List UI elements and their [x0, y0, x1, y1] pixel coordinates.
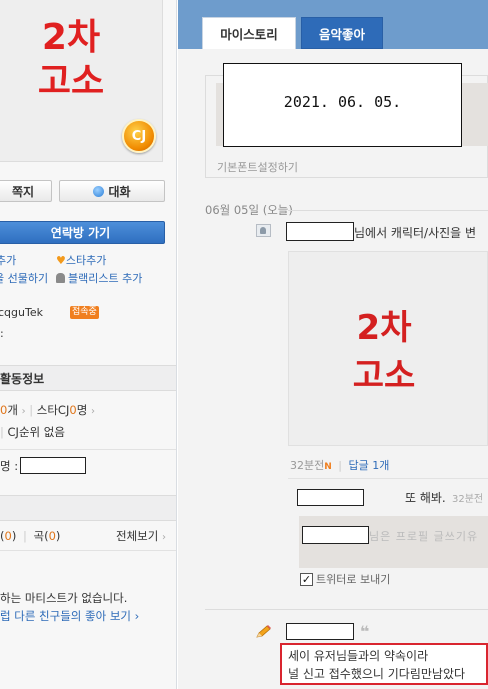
- reply-text: 또 해봐.: [405, 491, 446, 505]
- reply-placeholder: 님은 프로필 글쓰기유: [369, 530, 479, 543]
- divider: [205, 609, 488, 610]
- reply-time: 32분전: [452, 494, 484, 505]
- add-friend-link[interactable]: 추가: [0, 252, 16, 268]
- feed-photo-text-line2: 고소: [352, 356, 416, 396]
- gift-link[interactable]: 을 선물하기: [0, 270, 48, 286]
- date-overlay-box: 2021. 06. 05.: [223, 63, 462, 147]
- user-id: cqguTek: [0, 306, 43, 319]
- divider: [0, 550, 176, 551]
- reply-count-link[interactable]: 답글 1개: [349, 459, 390, 472]
- chat-icon: [93, 185, 105, 197]
- redacted-username: [286, 222, 354, 241]
- star-cj-unit: 명: [76, 403, 88, 417]
- font-setting-link[interactable]: 기본폰트설정하기: [217, 159, 298, 175]
- add-star-label: 스타추가: [65, 254, 107, 267]
- note-button[interactable]: 쪽지: [0, 180, 52, 202]
- feed-activity-text: 님에서 캐릭터/사진을 변: [354, 226, 477, 240]
- cj-badge-icon: CJ: [122, 119, 156, 153]
- blacklist-link[interactable]: 블랙리스트 추가: [56, 270, 142, 286]
- redacted-username: [302, 526, 369, 544]
- likes-tabs-row: (0) | 곡(0) 전체보기 ›: [0, 528, 166, 544]
- profile-image-text-line2: 고소: [37, 61, 105, 102]
- activity-stats-row: 0개 › | 스타CJ0명 ›: [0, 402, 95, 418]
- cj-rank-row: | CJ순위 없음: [0, 424, 65, 440]
- post-time: 32분전: [290, 459, 325, 472]
- item-count-unit: 개: [7, 403, 18, 417]
- chevron-right-icon: ›: [21, 406, 26, 417]
- comment-line-1: 세이 유저님들과의 약속이라: [288, 649, 429, 663]
- feed-photo[interactable]: 2차 고소: [288, 251, 488, 446]
- likes-heading: [0, 495, 176, 521]
- profile-card-icon: [256, 224, 271, 237]
- others-likes-label: 럽 다른 친구들의 좋아 보기: [0, 609, 132, 623]
- redacted-username: [286, 623, 354, 640]
- pencil-icon: [256, 625, 271, 638]
- profile-image[interactable]: 2차 고소 CJ: [0, 0, 163, 162]
- redacted-nickname: [20, 457, 87, 474]
- chevron-right-icon: ›: [162, 532, 166, 543]
- divider-bar: |: [0, 425, 4, 439]
- chevron-right-icon: ›: [90, 406, 95, 417]
- view-all-label: 전체보기: [116, 529, 159, 543]
- redacted-username: [297, 489, 364, 506]
- view-all-link[interactable]: 전체보기 ›: [116, 528, 166, 544]
- person-icon: [56, 273, 65, 283]
- post-meta: 32분전N | 답글 1개: [290, 457, 389, 473]
- cj-rank: CJ순위 없음: [7, 425, 65, 439]
- activity-heading: 활동정보: [0, 365, 176, 391]
- talk-button[interactable]: 대화: [59, 180, 165, 202]
- twitter-label: 트위터로 보내기: [316, 573, 391, 586]
- feed-date-heading: 06월 05일 (오늘): [205, 203, 293, 217]
- song-count-close: ): [55, 529, 61, 543]
- song-tab-label[interactable]: 곡(: [34, 529, 49, 543]
- add-star-link[interactable]: ♥스타추가: [56, 252, 106, 268]
- feed-photo-text-line1: 2차: [356, 308, 412, 348]
- contact-room-button[interactable]: 연락방 가기: [0, 221, 165, 244]
- divider-bar: |: [338, 459, 343, 472]
- comment-line-2: 널 신고 접수했으니 기다림만남았다: [288, 667, 466, 681]
- twitter-share-option[interactable]: ✓ 트위터로 보내기: [300, 571, 390, 587]
- divider-bar: |: [22, 529, 27, 543]
- twitter-checkbox[interactable]: ✓: [300, 572, 313, 586]
- star-cj-count[interactable]: 0: [69, 403, 76, 417]
- new-icon: N: [324, 462, 332, 472]
- empty-message: 하는 마티스트가 없습니다.: [0, 591, 128, 605]
- divider-bar: |: [29, 403, 34, 417]
- talk-button-label: 대화: [108, 184, 131, 199]
- quote-icon: ❝: [360, 622, 370, 641]
- divider: [0, 449, 176, 450]
- heart-icon: ♥: [56, 254, 66, 267]
- tab-music-like[interactable]: 음악좋아: [301, 17, 383, 49]
- profile-info-row: :: [0, 327, 4, 340]
- nickname-row: 명 :: [0, 457, 87, 474]
- likes-count[interactable]: 0: [5, 529, 12, 543]
- nickname-label: 명 :: [0, 458, 19, 473]
- star-cj-label: 스타CJ: [36, 403, 70, 417]
- chevron-right-icon: ›: [134, 609, 140, 623]
- song-count[interactable]: 0: [49, 529, 56, 543]
- others-likes-link[interactable]: 럽 다른 친구들의 좋아 보기 ›: [0, 608, 139, 624]
- note-button-label: 쪽지: [11, 184, 35, 199]
- tab-my-story[interactable]: 마이스토리: [202, 17, 296, 49]
- likes-count-close: ): [11, 529, 17, 543]
- blacklist-label: 블랙리스트 추가: [68, 272, 143, 285]
- online-status-badge: 접속중: [70, 306, 99, 319]
- divider: [288, 210, 488, 211]
- profile-panel: 2차 고소 CJ 쪽지 대화 연락방 가기 추가 ♥스타추가 을 선물하기 블랙…: [0, 0, 177, 689]
